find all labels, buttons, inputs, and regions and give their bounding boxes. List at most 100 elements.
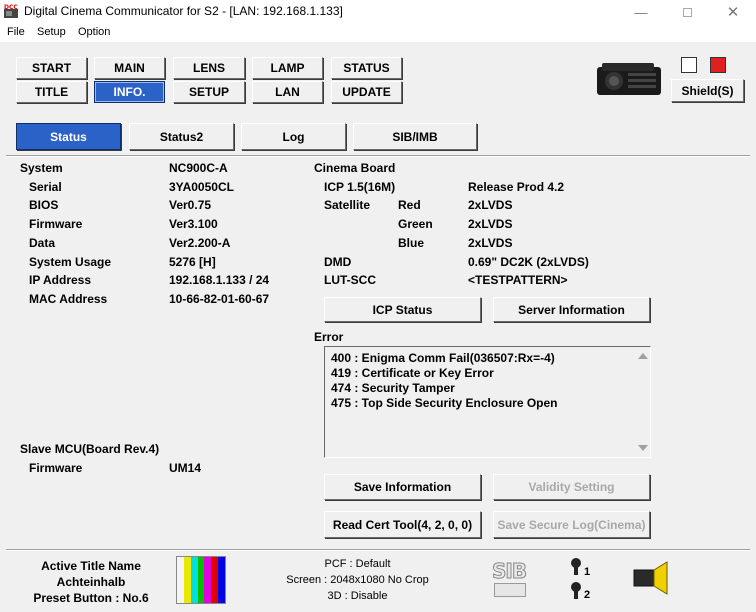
menu-file[interactable]: File	[7, 26, 25, 38]
nav-lamp-button[interactable]: LAMP	[252, 57, 323, 79]
lut-scc-value: <TESTPATTERN>	[468, 273, 568, 287]
dmd-label: DMD	[324, 255, 352, 269]
satellite-green-label: Green	[398, 217, 433, 231]
color-bar	[183, 557, 191, 603]
save-secure-log-button[interactable]: Save Secure Log(Cinema)	[493, 511, 650, 538]
server-information-button[interactable]: Server Information	[493, 297, 650, 322]
minimize-icon: —	[634, 4, 648, 20]
system-usage-value: 5276 [H]	[169, 255, 216, 269]
minimize-button[interactable]: —	[618, 0, 664, 24]
maximize-icon	[682, 7, 692, 17]
satellite-green-value: 2xLVDS	[468, 217, 513, 231]
system-usage-label: System Usage	[29, 255, 112, 269]
menu-setup[interactable]: Setup	[37, 26, 66, 38]
preset-button-label: Preset Button : No.6	[33, 591, 149, 605]
3d-info: 3D : Disable	[327, 590, 388, 602]
icp-status-button[interactable]: ICP Status	[324, 297, 481, 322]
save-information-button[interactable]: Save Information	[324, 474, 481, 500]
color-bar	[204, 557, 212, 603]
app-icon: DCC	[3, 3, 19, 19]
color-bar	[190, 557, 198, 603]
nav-lens-button[interactable]: LENS	[173, 57, 245, 79]
error-list[interactable]: 400 : Enigma Comm Fail(036507:Rx=-4) 419…	[324, 346, 651, 458]
color-bar	[197, 557, 205, 603]
pcf-info: PCF : Default	[324, 558, 391, 570]
indicator-2-label: 2	[584, 589, 591, 601]
tab-status2[interactable]: Status2	[129, 123, 234, 150]
error-line: 474 : Security Tamper	[331, 381, 455, 395]
icp-label: ICP 1.5(16M)	[324, 180, 396, 194]
scroll-up-icon[interactable]	[638, 353, 648, 359]
validity-setting-button[interactable]: Validity Setting	[493, 474, 650, 500]
tab-sib-imb[interactable]: SIB/IMB	[353, 123, 477, 150]
tab-status[interactable]: Status	[16, 123, 121, 150]
close-icon: ✕	[726, 4, 740, 21]
test-pattern-thumbnail	[176, 556, 226, 604]
cinema-board-heading: Cinema Board	[314, 161, 396, 175]
slave-mcu-heading: Slave MCU(Board Rev.4)	[20, 442, 160, 456]
nav-start-button[interactable]: START	[16, 57, 87, 79]
color-bar	[218, 557, 226, 603]
error-line: 419 : Certificate or Key Error	[331, 366, 494, 380]
sib-icon: SIB	[491, 557, 530, 601]
maximize-button[interactable]	[664, 0, 710, 24]
nav-lan-button[interactable]: LAN	[252, 81, 323, 103]
bios-label: BIOS	[29, 198, 59, 212]
menu-bar	[0, 24, 756, 42]
error-line: 475 : Top Side Security Enclosure Open	[331, 396, 558, 410]
ip-address-label: IP Address	[29, 273, 92, 287]
projector-icon	[597, 63, 661, 95]
mac-address-label: MAC Address	[29, 292, 108, 306]
color-bar	[177, 557, 184, 603]
mac-address-value: 10-66-82-01-60-67	[169, 292, 270, 306]
satellite-blue-value: 2xLVDS	[468, 236, 513, 250]
status-indicator-off	[681, 57, 697, 73]
nav-status-button[interactable]: STATUS	[331, 57, 402, 79]
nav-setup-button[interactable]: SETUP	[173, 81, 245, 103]
ip-address-value: 192.168.1.133 / 24	[169, 273, 270, 287]
error-heading: Error	[314, 330, 344, 344]
satellite-blue-label: Blue	[398, 236, 425, 250]
firmware-label: Firmware	[29, 217, 83, 231]
active-title-value: Achteinhalb	[56, 575, 126, 589]
indicator-1-label: 1	[584, 566, 591, 578]
divider	[6, 549, 750, 551]
firmware-value: Ver3.100	[169, 217, 218, 231]
error-scrollbar[interactable]	[636, 347, 650, 457]
system-heading: System	[20, 161, 63, 175]
data-value: Ver2.200-A	[169, 236, 231, 250]
slave-firmware-label: Firmware	[29, 461, 83, 475]
nav-info-button[interactable]: INFO.	[94, 81, 165, 103]
serial-value: 3YA0050CL	[169, 180, 234, 194]
nav-title-button[interactable]: TITLE	[16, 81, 87, 103]
nav-update-button[interactable]: UPDATE	[331, 81, 402, 103]
satellite-label: Satellite	[324, 198, 371, 212]
tab-log[interactable]: Log	[241, 123, 346, 150]
color-bar	[211, 557, 219, 603]
slave-firmware-value: UM14	[169, 461, 202, 475]
shield-button[interactable]: Shield(S)	[671, 79, 744, 102]
svg-text:DCC: DCC	[4, 4, 18, 11]
icp-value: Release Prod 4.2	[468, 180, 565, 194]
indicator-bulb-icon	[571, 582, 581, 599]
satellite-red-value: 2xLVDS	[468, 198, 513, 212]
dmd-value: 0.69" DC2K (2xLVDS)	[468, 255, 589, 269]
system-model: NC900C-A	[169, 161, 228, 175]
screen-info: Screen : 2048x1080 No Crop	[286, 574, 429, 586]
nav-main-button[interactable]: MAIN	[94, 57, 165, 79]
read-cert-tool-button[interactable]: Read Cert Tool(4, 2, 0, 0)	[324, 511, 481, 538]
scroll-down-icon[interactable]	[638, 445, 648, 451]
status-indicator-alert	[710, 57, 726, 73]
error-line: 400 : Enigma Comm Fail(036507:Rx=-4)	[331, 351, 555, 365]
data-label: Data	[29, 236, 56, 250]
window-title: Digital Cinema Communicator for S2 - [LA…	[24, 4, 343, 18]
serial-label: Serial	[29, 180, 62, 194]
satellite-red-label: Red	[398, 198, 421, 212]
menu-option[interactable]: Option	[78, 26, 110, 38]
close-button[interactable]: ✕	[710, 0, 756, 24]
indicator-bulb-icon	[571, 558, 581, 575]
divider	[6, 155, 750, 157]
shutter-icon	[633, 561, 668, 595]
bios-value: Ver0.75	[169, 198, 212, 212]
lut-scc-label: LUT-SCC	[324, 273, 376, 287]
